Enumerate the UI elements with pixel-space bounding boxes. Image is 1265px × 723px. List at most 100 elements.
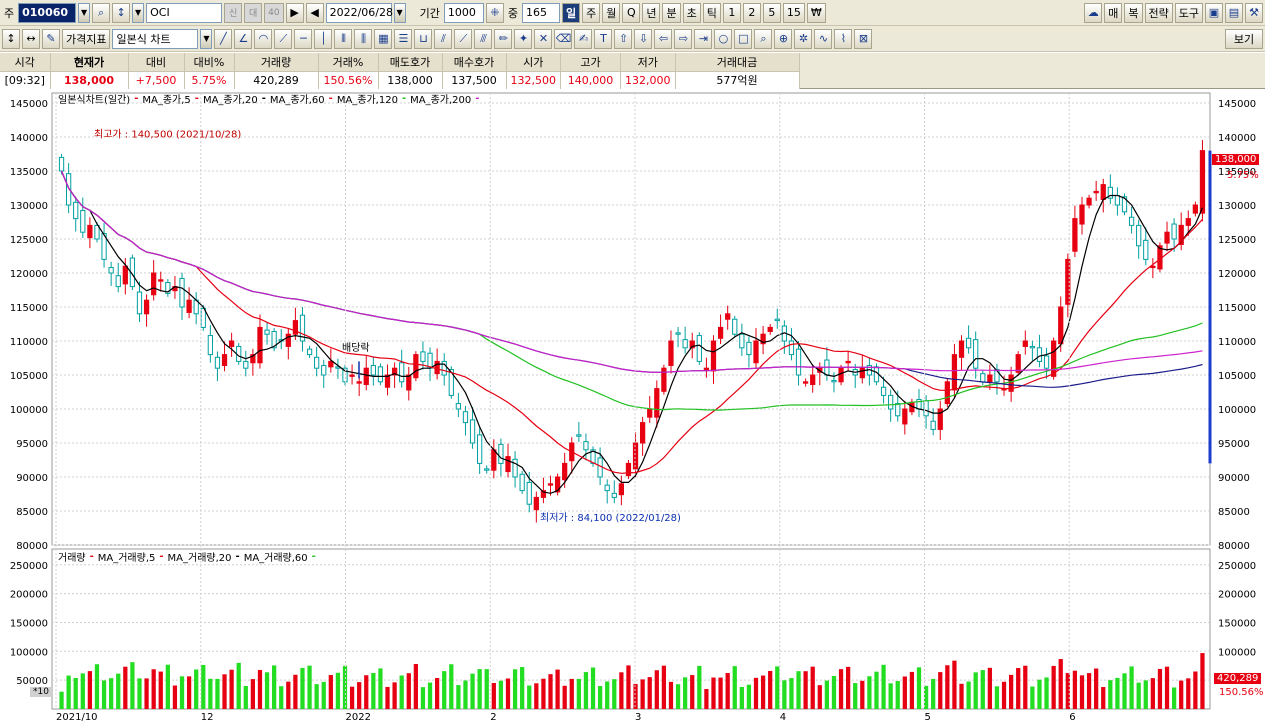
vertical-line-icon[interactable]: │ — [314, 28, 333, 49]
view-button[interactable]: 보기 — [1225, 28, 1263, 49]
arrow-down-icon[interactable]: ⇩ — [634, 28, 653, 49]
fib-icon[interactable]: ⦀ — [334, 28, 353, 49]
interval-day[interactable]: 일 — [561, 2, 581, 23]
trendline-icon[interactable]: ╱ — [214, 28, 233, 49]
note-icon[interactable]: ✍ — [574, 28, 593, 49]
date-input[interactable]: 2022/06/28 — [325, 2, 393, 23]
clear-icon[interactable]: ⊠ — [854, 28, 873, 49]
speed-line-icon[interactable]: ⫽ — [434, 28, 453, 49]
candle-body — [980, 373, 986, 383]
legend-swatch: - — [159, 551, 164, 562]
horizontal-line-icon[interactable]: ─ — [294, 28, 313, 49]
interval-15[interactable]: 15 — [782, 2, 805, 23]
arrow-right-icon[interactable]: ⇨ — [674, 28, 693, 49]
interval-year[interactable]: 년 — [642, 2, 661, 23]
angle-icon[interactable]: ∠ — [234, 28, 253, 49]
arc-icon[interactable]: ◠ — [254, 28, 273, 49]
chart-type-select[interactable]: 일본식 차트 — [112, 28, 199, 49]
stock-code-input[interactable]: 010060 — [18, 2, 77, 23]
folder-icon[interactable]: ▣ — [1205, 2, 1223, 23]
legend-item[interactable]: MA_종가,200 — [410, 91, 471, 106]
loan-flag[interactable]: 대 — [244, 2, 263, 23]
price-tick-left: 130000 — [10, 201, 48, 212]
chart-area[interactable]: 145000 145000 140000 140000 135000 135000 1300… — [0, 89, 1265, 723]
grid-icon[interactable]: ⁜ — [485, 2, 504, 23]
play-back-icon[interactable]: ◀ — [305, 2, 324, 23]
count-input[interactable]: 165 — [521, 2, 560, 23]
marker-icon[interactable]: ✦ — [514, 28, 533, 49]
interval-minute[interactable]: 분 — [662, 2, 681, 23]
zoom-icon[interactable]: ⌕ — [754, 28, 773, 49]
cycle-icon[interactable]: ⊔ — [414, 28, 433, 49]
vertical-arrows-icon[interactable]: ↕ — [2, 28, 20, 49]
legend-item[interactable]: MA_종가,60 — [270, 91, 325, 106]
legend-item[interactable]: MA_종가,20 — [203, 91, 258, 106]
fib-time-icon[interactable]: ⫼ — [354, 28, 373, 49]
arrow-left-icon[interactable]: ⇦ — [654, 28, 673, 49]
volume-bar — [534, 683, 539, 709]
interval-month[interactable]: 월 — [602, 2, 621, 23]
circle-icon[interactable]: ○ — [714, 28, 733, 49]
fan-icon[interactable]: ⟋ — [274, 28, 293, 49]
cross-icon[interactable]: ✕ — [534, 28, 553, 49]
zigzag-icon[interactable]: ⌇ — [834, 28, 853, 49]
sort-icon[interactable]: ↕ — [112, 2, 131, 23]
quote-value-2: +7,500 — [128, 71, 185, 89]
pencil-icon[interactable]: ✏ — [494, 28, 513, 49]
price-indicator-button[interactable]: 가격지표 — [62, 28, 111, 49]
eraser-icon[interactable]: ⌫ — [554, 28, 573, 49]
volume-bar — [463, 680, 468, 709]
regression-icon[interactable]: ⟋ — [454, 28, 473, 49]
search-icon[interactable]: ⌕ — [92, 2, 111, 23]
interval-tick[interactable]: 틱 — [702, 2, 721, 23]
save-icon[interactable]: ▤ — [1225, 2, 1243, 23]
edit-icon[interactable]: ✎ — [42, 28, 60, 49]
code-dropdown-icon[interactable]: ▼ — [78, 2, 91, 23]
currency-button[interactable]: ₩ — [806, 2, 826, 23]
cloud-icon[interactable]: ☁ — [1084, 2, 1103, 23]
period-input[interactable]: 1000 — [443, 2, 484, 23]
tools-button[interactable]: 도구 — [1174, 2, 1203, 23]
multi-button[interactable]: 복 — [1124, 2, 1143, 23]
gann-grid-icon[interactable]: ▦ — [374, 28, 393, 49]
wrench-icon[interactable]: ⚒ — [1245, 2, 1263, 23]
chart-type-dropdown-icon[interactable]: ▼ — [200, 28, 213, 49]
channel-icon[interactable]: ☰ — [394, 28, 413, 49]
sort-dropdown-icon[interactable]: ▼ — [132, 2, 145, 23]
legend-item[interactable]: MA_종가,120 — [337, 91, 398, 106]
interval-week[interactable]: 주 — [582, 2, 601, 23]
candlestick-chart[interactable]: 145000 145000140000 140000135000 1350001300… — [0, 89, 1265, 723]
legend-item[interactable]: MA_거래량,60 — [244, 549, 308, 564]
interval-1[interactable]: 1 — [722, 2, 741, 23]
candle-body — [377, 366, 384, 383]
interval-2[interactable]: 2 — [742, 2, 761, 23]
parallel-icon[interactable]: ⫻ — [474, 28, 493, 49]
date-dropdown-icon[interactable]: ▼ — [393, 2, 406, 23]
arrow-up-icon[interactable]: ⇧ — [614, 28, 633, 49]
magnify-icon[interactable]: ⊕ — [774, 28, 793, 49]
wave-icon[interactable]: ∿ — [814, 28, 833, 49]
margin-flag[interactable]: 40 — [264, 2, 284, 23]
legend-item[interactable]: MA_거래량,20 — [168, 549, 232, 564]
interval-5[interactable]: 5 — [762, 2, 781, 23]
volume-bar — [215, 678, 220, 709]
stock-name-field[interactable]: OCI — [146, 2, 223, 23]
text-icon[interactable]: T — [594, 28, 613, 49]
interval-second[interactable]: 초 — [682, 2, 701, 23]
high-price-annotation: 최고가 : 140,500 (2021/10/28) — [94, 129, 241, 141]
strategy-button[interactable]: 전략 — [1144, 2, 1173, 23]
shape-icon[interactable]: ⇥ — [694, 28, 713, 49]
candle-body — [1058, 306, 1064, 345]
volume-bar — [746, 684, 752, 709]
rectangle-icon[interactable]: □ — [734, 28, 753, 49]
horizontal-arrows-icon[interactable]: ↔ — [22, 28, 40, 49]
legend-item[interactable]: MA_거래량,5 — [98, 549, 156, 564]
candle-body — [321, 364, 327, 376]
credit-flag[interactable]: 신 — [224, 2, 243, 23]
trade-button[interactable]: 매 — [1104, 2, 1123, 23]
interval-quarter[interactable]: Q — [622, 2, 641, 23]
price-tick-right: 105000 — [1218, 371, 1256, 382]
settings-icon[interactable]: ✲ — [794, 28, 813, 49]
legend-item[interactable]: MA_종가,5 — [142, 91, 190, 106]
play-forward-icon[interactable]: ▶ — [285, 2, 304, 23]
